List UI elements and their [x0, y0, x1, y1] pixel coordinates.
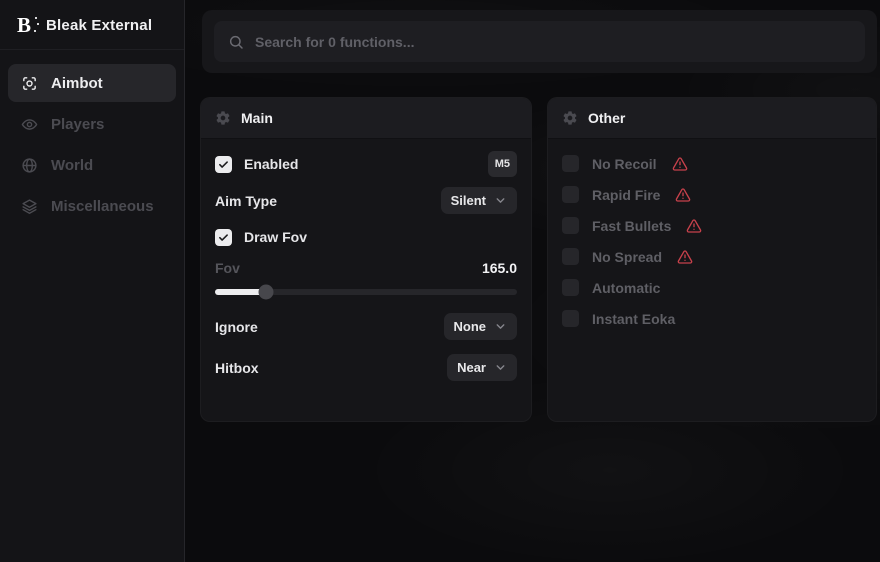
- toggle-label: Rapid Fire: [592, 187, 660, 203]
- focus-icon: [21, 75, 38, 92]
- fov-slider-thumb[interactable]: [259, 285, 274, 300]
- sidebar-item-label: Players: [51, 116, 104, 133]
- warning-icon: [677, 249, 693, 265]
- toggle-checkbox[interactable]: [562, 155, 579, 172]
- draw-fov-row: Draw Fov: [215, 224, 517, 250]
- toggle-row: No Spread: [562, 248, 862, 265]
- sidebar-item-label: World: [51, 157, 93, 174]
- sidebar: B Bleak External Aimbot Players World Mi…: [0, 0, 185, 562]
- enabled-row: Enabled M5: [215, 151, 517, 177]
- globe-icon: [21, 157, 38, 174]
- toggle-label: Fast Bullets: [592, 218, 671, 234]
- gear-icon: [215, 110, 231, 126]
- enabled-checkbox[interactable]: [215, 156, 232, 173]
- search-placeholder: Search for 0 functions...: [255, 34, 414, 50]
- toggle-row: Fast Bullets: [562, 217, 862, 234]
- aim-type-dropdown[interactable]: Silent: [441, 187, 517, 214]
- app-logo-row: B Bleak External: [0, 0, 184, 49]
- main-panel: Main Enabled M5 Aim Type Silent: [200, 97, 532, 422]
- toggle-checkbox[interactable]: [562, 279, 579, 296]
- app-title: Bleak External: [46, 17, 152, 34]
- hitbox-label: Hitbox: [215, 360, 259, 376]
- aim-type-row: Aim Type Silent: [215, 187, 517, 214]
- toggle-label: Automatic: [592, 280, 660, 296]
- ignore-value: None: [454, 319, 487, 334]
- toggle-row: Automatic: [562, 279, 862, 296]
- app-logo-letter: B: [17, 15, 31, 36]
- enabled-label: Enabled: [244, 156, 298, 172]
- main-content: Search for 0 functions... Main Enabled M…: [185, 0, 880, 562]
- toggle-label: No Recoil: [592, 156, 657, 172]
- toggle-checkbox[interactable]: [562, 310, 579, 327]
- check-icon: [218, 159, 229, 170]
- hitbox-dropdown[interactable]: Near: [447, 354, 517, 381]
- toggle-row: No Recoil: [562, 155, 862, 172]
- chevron-down-icon: [494, 361, 507, 374]
- sidebar-item[interactable]: Aimbot: [8, 64, 176, 102]
- hitbox-value: Near: [457, 360, 486, 375]
- warning-icon: [672, 156, 688, 172]
- fov-slider[interactable]: [215, 289, 517, 295]
- ignore-label: Ignore: [215, 319, 258, 335]
- search-icon: [228, 34, 244, 50]
- warning-icon: [686, 218, 702, 234]
- keybind-badge[interactable]: M5: [488, 151, 517, 177]
- app-logo: B: [13, 14, 35, 36]
- sidebar-item[interactable]: Players: [8, 105, 176, 143]
- aim-type-value: Silent: [451, 193, 486, 208]
- other-panel-header: Other: [548, 98, 876, 139]
- search-bar-container: Search for 0 functions...: [202, 10, 877, 73]
- aim-type-label: Aim Type: [215, 193, 277, 209]
- toggle-checkbox[interactable]: [562, 186, 579, 203]
- sidebar-item[interactable]: Miscellaneous: [8, 187, 176, 225]
- ignore-dropdown[interactable]: None: [444, 313, 518, 340]
- sidebar-nav: Aimbot Players World Miscellaneous: [0, 50, 184, 225]
- other-panel-body: No Recoil Rapid Fire Fast Bullets No Spr…: [548, 139, 876, 357]
- toggle-row: Rapid Fire: [562, 186, 862, 203]
- toggle-checkbox[interactable]: [562, 248, 579, 265]
- chevron-down-icon: [494, 194, 507, 207]
- search-input[interactable]: Search for 0 functions...: [214, 21, 865, 62]
- toggle-label: Instant Eoka: [592, 311, 675, 327]
- fov-row: Fov 165.0: [215, 259, 517, 277]
- main-panel-body: Enabled M5 Aim Type Silent Draw Fov: [201, 139, 531, 393]
- main-panel-title: Main: [241, 110, 273, 126]
- gear-icon: [562, 110, 578, 126]
- sidebar-item-label: Aimbot: [51, 75, 103, 92]
- fov-label: Fov: [215, 260, 240, 276]
- toggle-row: Instant Eoka: [562, 310, 862, 327]
- hitbox-row: Hitbox Near: [215, 354, 517, 381]
- eye-icon: [21, 116, 38, 133]
- layers-icon: [21, 198, 38, 215]
- other-panel-title: Other: [588, 110, 625, 126]
- sidebar-item[interactable]: World: [8, 146, 176, 184]
- toggle-checkbox[interactable]: [562, 217, 579, 234]
- fov-slider-row: [215, 284, 517, 300]
- main-panel-header: Main: [201, 98, 531, 139]
- ignore-row: Ignore None: [215, 313, 517, 340]
- check-icon: [218, 232, 229, 243]
- fov-value: 165.0: [482, 260, 517, 276]
- warning-icon: [675, 187, 691, 203]
- toggle-label: No Spread: [592, 249, 662, 265]
- draw-fov-label: Draw Fov: [244, 229, 307, 245]
- sidebar-item-label: Miscellaneous: [51, 198, 154, 215]
- chevron-down-icon: [494, 320, 507, 333]
- draw-fov-checkbox[interactable]: [215, 229, 232, 246]
- other-panel: Other No Recoil Rapid Fire Fast Bullets: [547, 97, 877, 422]
